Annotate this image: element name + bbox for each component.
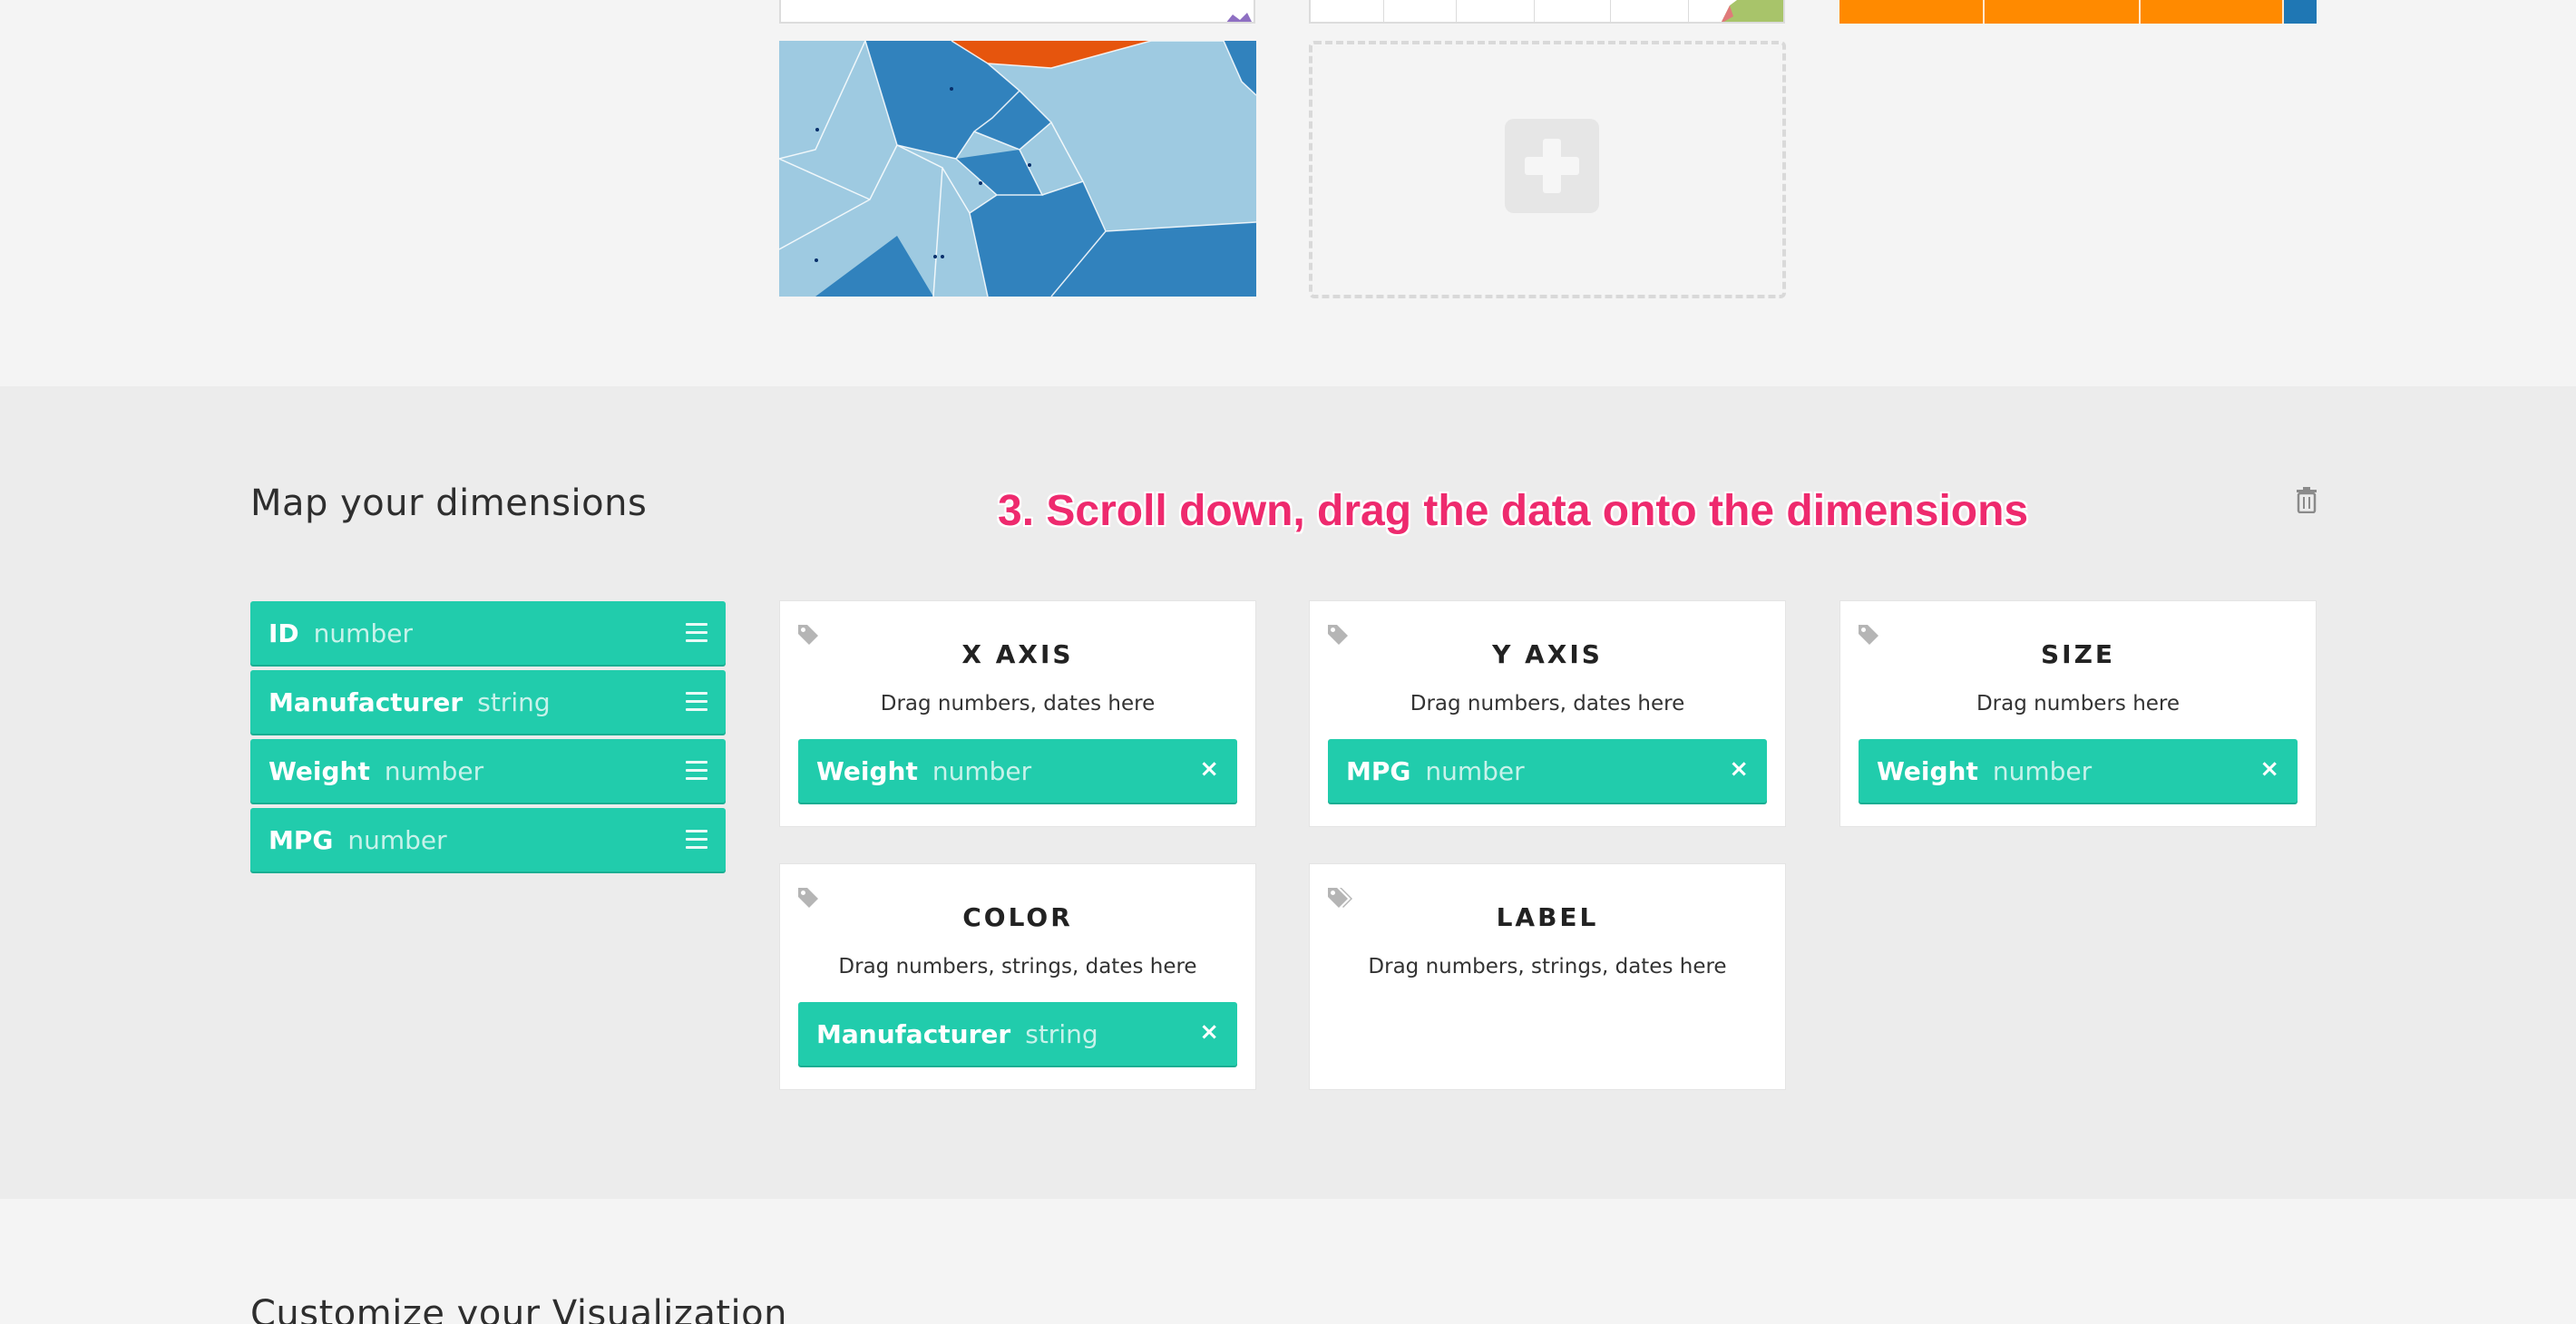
field-type: number — [1992, 755, 2093, 786]
dimension-title: COLOR — [962, 902, 1073, 932]
chart-thumbnail[interactable] — [1839, 0, 2317, 24]
close-icon[interactable]: × — [1199, 755, 1219, 783]
dimension-size[interactable]: SIZE Drag numbers here Weight number × — [1839, 600, 2317, 827]
chart-thumbnail[interactable] — [1309, 0, 1785, 24]
voronoi-preview — [779, 41, 1256, 297]
tutorial-annotation: 3. Scroll down, drag the data onto the d… — [998, 487, 2029, 535]
dimension-title: LABEL — [1496, 902, 1599, 932]
field-name: Weight — [816, 755, 918, 786]
dimension-hint: Drag numbers, strings, dates here — [1368, 955, 1727, 978]
mapped-field-manufacturer[interactable]: Manufacturer string × — [798, 1002, 1237, 1066]
map-dimensions-section: Map your dimensions 3. Scroll down, drag… — [0, 386, 2576, 1199]
drag-handle-icon[interactable] — [686, 830, 707, 850]
chart-thumbnail[interactable] — [779, 0, 1255, 24]
data-field-mpg[interactable]: MPG number — [250, 808, 726, 871]
field-type: string — [477, 686, 551, 717]
dimension-x-axis[interactable]: X AXIS Drag numbers, dates here Weight n… — [779, 600, 1256, 827]
dimension-color[interactable]: COLOR Drag numbers, strings, dates here … — [779, 863, 1256, 1090]
dimension-title: SIZE — [2040, 639, 2115, 669]
field-name: Weight — [1877, 755, 1978, 786]
grid-line — [2139, 0, 2141, 24]
field-name: MPG — [1346, 755, 1411, 786]
field-type: string — [1025, 1018, 1098, 1049]
dimension-hint: Drag numbers, dates here — [1410, 692, 1685, 716]
bar-segment — [2284, 0, 2317, 24]
trash-icon[interactable] — [2295, 486, 2318, 513]
plus-icon — [1505, 119, 1599, 213]
close-icon[interactable]: × — [2259, 755, 2279, 783]
close-icon[interactable]: × — [1729, 755, 1749, 783]
mapped-field-weight[interactable]: Weight number × — [798, 739, 1237, 803]
data-field-id[interactable]: ID number — [250, 601, 726, 665]
field-type: number — [313, 618, 413, 648]
mapped-field-mpg[interactable]: MPG number × — [1328, 739, 1767, 803]
add-chart-button[interactable] — [1309, 41, 1786, 298]
field-type: number — [347, 824, 447, 855]
field-type: number — [1425, 755, 1525, 786]
chart-thumbnail-preview — [1722, 0, 1783, 22]
dimension-label[interactable]: LABEL Drag numbers, strings, dates here — [1309, 863, 1786, 1090]
mapped-field-weight[interactable]: Weight number × — [1859, 739, 2298, 803]
dimension-hint: Drag numbers, strings, dates here — [838, 955, 1197, 978]
field-name: Manufacturer — [268, 686, 463, 717]
drag-handle-icon[interactable] — [686, 692, 707, 712]
drag-handle-icon[interactable] — [686, 623, 707, 643]
field-name: ID — [268, 618, 299, 648]
field-name: Weight — [268, 755, 370, 786]
section-title: Customize your Visualization — [250, 1293, 787, 1324]
dimension-title: X AXIS — [961, 639, 1074, 669]
field-name: MPG — [268, 824, 334, 855]
field-type: number — [384, 755, 484, 786]
data-field-weight[interactable]: Weight number — [250, 739, 726, 803]
data-field-manufacturer[interactable]: Manufacturer string — [250, 670, 726, 734]
section-title: Map your dimensions — [250, 482, 648, 524]
field-type: number — [932, 755, 1032, 786]
close-icon[interactable]: × — [1199, 1018, 1219, 1046]
field-name: Manufacturer — [816, 1018, 1011, 1049]
drag-handle-icon[interactable] — [686, 761, 707, 781]
plus-icon-vertical — [1543, 139, 1561, 193]
dimension-y-axis[interactable]: Y AXIS Drag numbers, dates here MPG numb… — [1309, 600, 1786, 827]
grid-line — [1983, 0, 1985, 24]
dimension-hint: Drag numbers, dates here — [880, 692, 1156, 716]
customize-section: Customize your Visualization — [0, 1199, 2576, 1324]
dimension-hint: Drag numbers here — [1976, 692, 2181, 716]
chart-thumbnail-preview — [1226, 13, 1252, 22]
voronoi-chart-thumbnail[interactable] — [779, 41, 1256, 297]
dimension-title: Y AXIS — [1492, 639, 1603, 669]
chart-gallery — [0, 0, 2576, 386]
